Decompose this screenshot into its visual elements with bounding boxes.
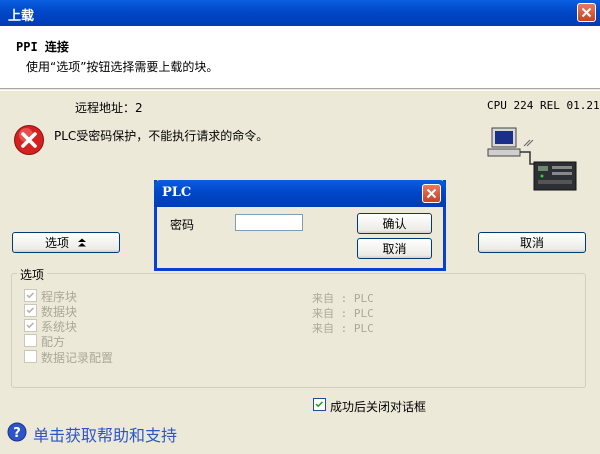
window-close-button[interactable] (577, 3, 596, 22)
plc-cancel-button-label: 取消 (382, 242, 407, 256)
cancel-button[interactable]: 取消 (478, 232, 586, 253)
option-checkbox (24, 334, 37, 347)
cpu-info: CPU 224 REL 01.21 (487, 99, 600, 112)
remote-address: 远程地址：2 (75, 101, 143, 115)
confirm-button[interactable]: 确认 (357, 213, 432, 234)
plc-dialog-close-button[interactable] (422, 184, 441, 203)
option-label: 配方 (41, 335, 66, 349)
plc-cancel-button[interactable]: 取消 (357, 238, 432, 259)
window-titlebar[interactable]: 上载 (0, 0, 600, 26)
close-on-success-label[interactable]: 成功后关闭对话框 (330, 398, 426, 415)
header-divider (0, 90, 600, 91)
options-button[interactable]: 选项 (12, 232, 120, 253)
header-subtitle: 使用“选项”按钮选择需要上载的块。 (26, 60, 219, 74)
window-title: 上载 (8, 9, 35, 24)
confirm-button-label: 确认 (382, 217, 407, 231)
help-icon[interactable]: ? (7, 422, 27, 442)
close-icon (581, 7, 592, 18)
options-group-title: 选项 (17, 266, 48, 283)
plc-dialog-title: PLC (162, 185, 192, 200)
checkmark-icon (26, 322, 35, 329)
svg-text:?: ? (13, 426, 21, 441)
options-groupbox (11, 273, 586, 388)
help-link[interactable]: 单击获取帮助和支持 (33, 422, 177, 446)
error-icon (14, 125, 44, 155)
checkmark-icon (26, 307, 35, 314)
option-source: 来自 : PLC (312, 322, 374, 335)
header-panel: PPI 连接 使用“选项”按钮选择需要上载的块。 (0, 26, 600, 89)
option-checkbox (24, 304, 37, 317)
option-source: 来自 : PLC (312, 292, 374, 305)
password-input[interactable] (235, 214, 303, 231)
plc-dialog-titlebar[interactable]: PLC (154, 180, 446, 207)
close-on-success-checkbox[interactable] (313, 398, 326, 411)
cancel-button-label: 取消 (519, 236, 544, 250)
error-message: PLC受密码保护，不能执行请求的命令。 (54, 129, 269, 143)
options-button-label: 选项 (44, 236, 69, 250)
option-source: 来自 : PLC (312, 307, 374, 320)
option-checkbox (24, 289, 37, 302)
header-title: PPI 连接 (16, 40, 69, 54)
double-chevron-up-icon (78, 238, 86, 247)
password-label: 密码 (170, 218, 195, 232)
close-icon (426, 188, 437, 199)
checkmark-icon (26, 292, 35, 299)
pc-plc-connection-icon (487, 127, 577, 191)
option-checkbox (24, 350, 37, 363)
option-checkbox (24, 319, 37, 332)
checkmark-icon (315, 401, 324, 408)
option-label: 数据记录配置 (41, 351, 114, 365)
